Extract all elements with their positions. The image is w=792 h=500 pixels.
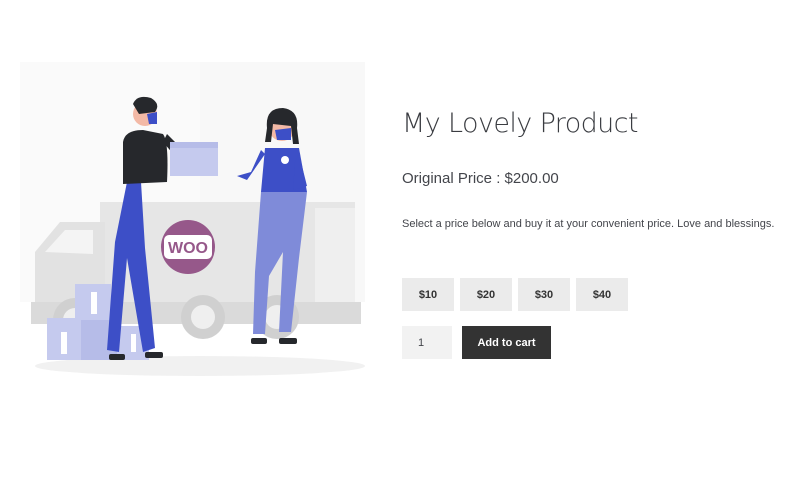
delivery-illustration: WOO [20, 62, 365, 376]
box-label [131, 334, 136, 352]
product-image: WOO [15, 62, 370, 382]
price-option-10[interactable]: $10 [402, 278, 454, 311]
product-summary: My Lovely Product Original Price : $200.… [402, 100, 782, 359]
add-to-cart-form: Add to cart [402, 326, 551, 359]
woo-logo-text: WOO [168, 240, 208, 257]
add-to-cart-button[interactable]: Add to cart [462, 326, 551, 359]
product-title: My Lovely Product [402, 108, 639, 139]
price-options: $10 $20 $30 $40 [402, 278, 628, 311]
product-description: Select a price below and buy it at your … [402, 218, 775, 230]
price-option-30[interactable]: $30 [518, 278, 570, 311]
truck-door [315, 208, 355, 318]
quantity-input[interactable] [402, 326, 452, 359]
box-label [91, 292, 97, 314]
price-option-40[interactable]: $40 [576, 278, 628, 311]
original-price: Original Price : $200.00 [402, 170, 559, 187]
box-label [61, 332, 67, 354]
carried-box-lid [170, 142, 218, 148]
price-option-20[interactable]: $20 [460, 278, 512, 311]
truck-hubcap [191, 305, 215, 329]
